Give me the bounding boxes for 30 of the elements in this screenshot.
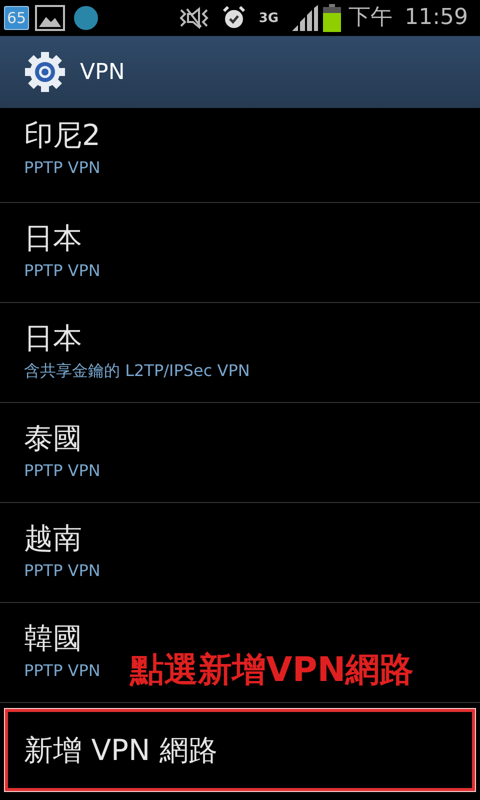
annotation-text: 點選新增VPN網路 (130, 650, 414, 690)
vpn-name: 泰國 (24, 420, 82, 457)
notification-badge: 65 (4, 6, 30, 30)
circle-icon (73, 5, 100, 31)
vpn-name: 越南 (24, 520, 82, 557)
battery-icon (322, 4, 341, 32)
clock: 11:59 (404, 7, 468, 29)
add-vpn-item[interactable]: 新增 VPN 網路 (5, 709, 475, 791)
vpn-type: 含共享金鑰的 L2TP/IPSec VPN (24, 361, 250, 381)
vpn-name: 日本 (24, 320, 82, 357)
vpn-list-item[interactable]: 日本 含共享金鑰的 L2TP/IPSec VPN (0, 303, 480, 403)
time-period: 下午 (348, 7, 393, 29)
vpn-type: PPTP VPN (24, 158, 100, 178)
network-type: 3G (258, 12, 279, 24)
vpn-list-item[interactable]: 泰國 PPTP VPN (0, 403, 480, 503)
vpn-type: PPTP VPN (24, 561, 100, 581)
vpn-list-item[interactable]: 日本 PPTP VPN (0, 203, 480, 303)
vpn-type: PPTP VPN (24, 661, 100, 681)
alarm-icon (220, 5, 247, 31)
vpn-name: 印尼2 (24, 117, 100, 154)
vpn-name: 日本 (24, 220, 82, 257)
settings-icon (24, 51, 66, 93)
vpn-type: PPTP VPN (24, 461, 100, 481)
vpn-type: PPTP VPN (24, 261, 100, 281)
image-icon (35, 5, 66, 31)
vpn-list-item[interactable]: 越南 PPTP VPN (0, 503, 480, 603)
signal-icon (290, 5, 319, 31)
screen-title: VPN (80, 58, 125, 86)
vpn-list-item[interactable]: 印尼2 PPTP VPN (0, 108, 480, 203)
vpn-name: 韓國 (24, 620, 82, 657)
